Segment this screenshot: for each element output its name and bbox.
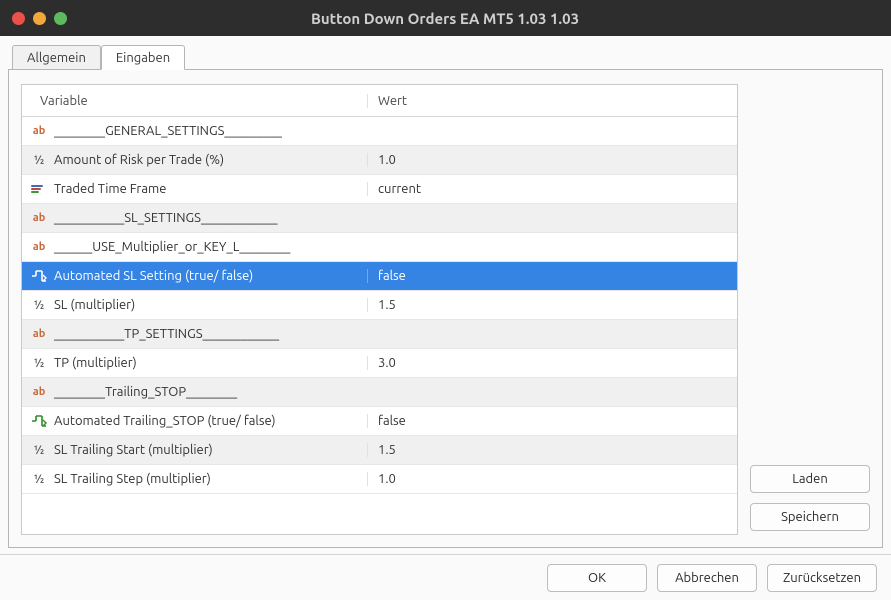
number-type-icon: ½ [30, 442, 48, 458]
cell-value[interactable]: 1.0 [367, 153, 737, 167]
cell-value[interactable]: 1.5 [367, 443, 737, 457]
cell-value[interactable]: false [367, 414, 737, 428]
number-type-icon: ½ [30, 152, 48, 168]
string-type-icon: ab [30, 384, 48, 400]
variable-label: ______USE_Multiplier_or_KEY_L________ [54, 240, 290, 254]
bool-type-icon [30, 268, 48, 284]
variable-label: ________Trailing_STOP________ [54, 385, 237, 399]
cell-variable: ½ TP (multiplier) [22, 355, 367, 371]
table-row[interactable]: ab ___________SL_SETTINGS____________ [22, 204, 737, 233]
cell-variable: ab ______USE_Multiplier_or_KEY_L________ [22, 239, 367, 255]
table-row[interactable]: Traded Time Frame current [22, 175, 737, 204]
number-type-icon: ½ [30, 297, 48, 313]
variable-label: SL Trailing Start (multiplier) [54, 443, 213, 457]
variable-label: Traded Time Frame [54, 182, 166, 196]
timeframe-type-icon [30, 181, 48, 197]
cell-variable: ½ SL (multiplier) [22, 297, 367, 313]
table-row[interactable]: Automated SL Setting (true/ false) false [22, 262, 737, 291]
ok-button[interactable]: OK [547, 564, 647, 592]
minimize-icon[interactable] [33, 12, 46, 25]
bool-type-icon [30, 413, 48, 429]
cell-variable: Automated SL Setting (true/ false) [22, 268, 367, 284]
column-header-variable[interactable]: Variable [22, 94, 367, 108]
variable-label: ___________TP_SETTINGS____________ [54, 327, 279, 341]
table-row[interactable]: ½ TP (multiplier) 3.0 [22, 349, 737, 378]
grid-rows: ab ________GENERAL_SETTINGS_________ ½ Amou… [22, 117, 737, 534]
tabs-row: Allgemein Eingaben [4, 40, 887, 70]
cell-value[interactable]: 1.5 [367, 298, 737, 312]
table-row[interactable]: ab ___________TP_SETTINGS____________ [22, 320, 737, 349]
inputs-panel: Variable Wert ab ________GENERAL_SETTINGS… [8, 69, 883, 548]
cell-variable: ½ Amount of Risk per Trade (%) [22, 152, 367, 168]
cell-value[interactable]: false [367, 269, 737, 283]
tab-general[interactable]: Allgemein [12, 45, 101, 70]
parameters-grid[interactable]: Variable Wert ab ________GENERAL_SETTINGS… [21, 84, 738, 535]
variable-label: Automated SL Setting (true/ false) [54, 269, 253, 283]
window-controls [12, 12, 67, 25]
cell-value[interactable]: 1.0 [367, 472, 737, 486]
reset-button[interactable]: Zurücksetzen [767, 564, 877, 592]
save-button[interactable]: Speichern [750, 503, 870, 531]
tab-inputs[interactable]: Eingaben [101, 45, 185, 70]
titlebar: Button Down Orders EA MT5 1.03 1.03 [0, 0, 891, 36]
variable-label: TP (multiplier) [54, 356, 137, 370]
string-type-icon: ab [30, 326, 48, 342]
side-buttons: Laden Speichern [750, 84, 870, 535]
footer: OK Abbrechen Zurücksetzen [0, 554, 891, 600]
table-row[interactable]: ab ______USE_Multiplier_or_KEY_L________ [22, 233, 737, 262]
cell-variable: ab ___________SL_SETTINGS____________ [22, 210, 367, 226]
cell-value[interactable]: 3.0 [367, 356, 737, 370]
variable-label: ________GENERAL_SETTINGS_________ [54, 124, 282, 138]
table-row[interactable]: ab ________GENERAL_SETTINGS_________ [22, 117, 737, 146]
variable-label: ___________SL_SETTINGS____________ [54, 211, 278, 225]
cancel-button[interactable]: Abbrechen [657, 564, 757, 592]
table-row[interactable]: ½ SL Trailing Step (multiplier) 1.0 [22, 465, 737, 494]
string-type-icon: ab [30, 239, 48, 255]
cell-variable: ½ SL Trailing Start (multiplier) [22, 442, 367, 458]
cell-variable: ab ________GENERAL_SETTINGS_________ [22, 123, 367, 139]
table-row[interactable]: Automated Trailing_STOP (true/ false) fal… [22, 407, 737, 436]
cell-variable: Automated Trailing_STOP (true/ false) [22, 413, 367, 429]
load-button[interactable]: Laden [750, 465, 870, 493]
maximize-icon[interactable] [54, 12, 67, 25]
table-row[interactable]: ab ________Trailing_STOP________ [22, 378, 737, 407]
variable-label: Automated Trailing_STOP (true/ false) [54, 414, 276, 428]
close-icon[interactable] [12, 12, 25, 25]
grid-header: Variable Wert [22, 85, 737, 117]
column-header-value[interactable]: Wert [367, 94, 737, 108]
cell-variable: Traded Time Frame [22, 181, 367, 197]
table-row[interactable]: ½ SL (multiplier) 1.5 [22, 291, 737, 320]
cell-value[interactable]: current [367, 182, 737, 196]
table-row[interactable]: ½ Amount of Risk per Trade (%) 1.0 [22, 146, 737, 175]
cell-variable: ½ SL Trailing Step (multiplier) [22, 471, 367, 487]
number-type-icon: ½ [30, 355, 48, 371]
variable-label: SL Trailing Step (multiplier) [54, 472, 211, 486]
variable-label: Amount of Risk per Trade (%) [54, 153, 224, 167]
window-title: Button Down Orders EA MT5 1.03 1.03 [67, 10, 823, 27]
cell-variable: ab ________Trailing_STOP________ [22, 384, 367, 400]
window-body: Allgemein Eingaben Variable Wert ab _____… [0, 36, 891, 554]
string-type-icon: ab [30, 210, 48, 226]
number-type-icon: ½ [30, 471, 48, 487]
variable-label: SL (multiplier) [54, 298, 135, 312]
cell-variable: ab ___________TP_SETTINGS____________ [22, 326, 367, 342]
string-type-icon: ab [30, 123, 48, 139]
table-row[interactable]: ½ SL Trailing Start (multiplier) 1.5 [22, 436, 737, 465]
